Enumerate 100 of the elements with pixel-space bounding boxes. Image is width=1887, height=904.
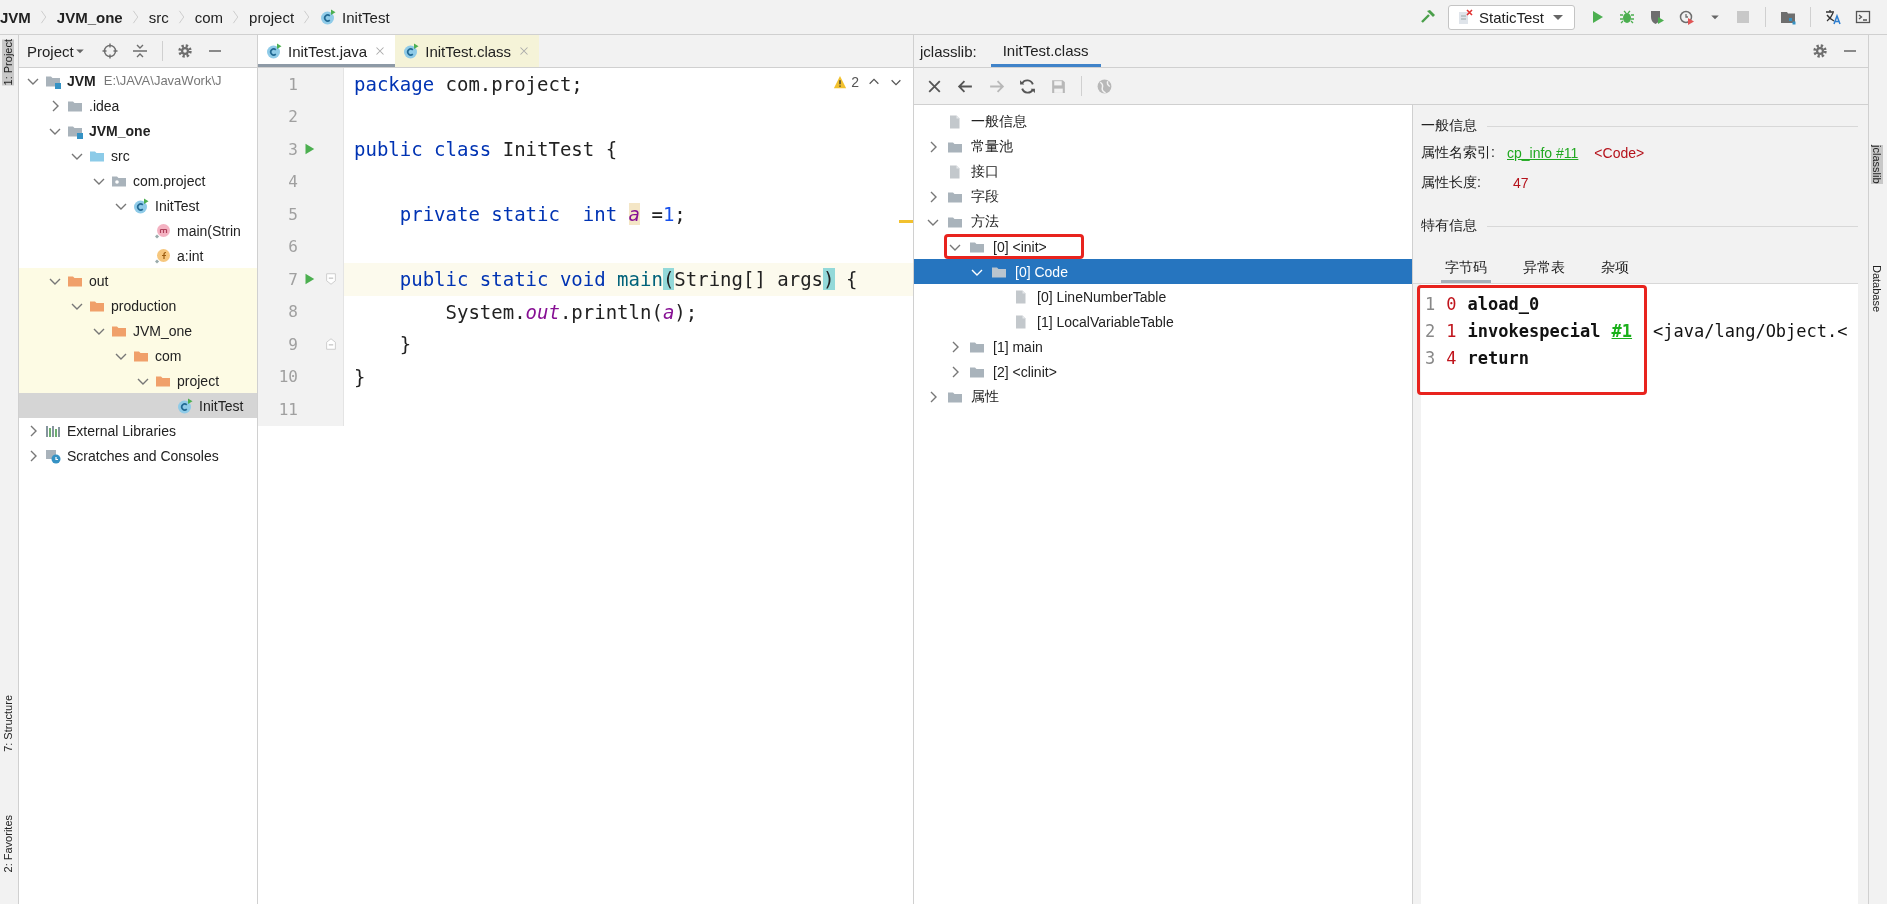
warning-count[interactable]: 2: [851, 74, 859, 90]
line-number: 5: [287, 204, 298, 224]
editor-tab[interactable]: InitTest.java: [258, 35, 396, 67]
collapse-all-icon[interactable]: [131, 43, 148, 59]
class-icon: [177, 397, 193, 414]
tree-item-label: 方法: [971, 212, 999, 231]
tree-row[interactable]: 属性: [914, 384, 1412, 409]
tree-row[interactable]: com.project: [19, 168, 257, 193]
tree-row[interactable]: .idea: [19, 93, 257, 118]
tree-item-label: JVM: [67, 72, 96, 89]
hammer-icon[interactable]: [1419, 9, 1436, 25]
run-configuration-dropdown[interactable]: StaticTest: [1447, 4, 1575, 30]
tree-row[interactable]: out: [19, 268, 257, 293]
class-icon: [403, 43, 420, 59]
field-icon: [155, 247, 171, 264]
tree-row[interactable]: 方法: [914, 209, 1412, 234]
tree-row[interactable]: [0] LineNumberTable: [914, 284, 1412, 309]
warning-icon[interactable]: [833, 75, 848, 89]
bug-icon[interactable]: [1619, 9, 1635, 25]
breadcrumb-item[interactable]: JVM: [0, 8, 31, 26]
line-number: 6: [287, 237, 298, 257]
project-view-dropdown[interactable]: Project: [27, 42, 86, 60]
tree-row[interactable]: project: [19, 368, 257, 393]
clock-icon[interactable]: [1679, 9, 1695, 25]
code-token: ;: [674, 203, 686, 226]
tree-row[interactable]: InitTest: [19, 193, 257, 218]
line-number: 1: [287, 74, 298, 94]
tool-window-title: jclasslib:: [920, 42, 977, 60]
class-icon: [266, 43, 282, 59]
tree-row[interactable]: JVM E:\JAVA\JavaWork\J: [19, 68, 257, 93]
fold-marker-icon[interactable]: [324, 272, 338, 287]
line-number: 4: [287, 172, 298, 192]
tree-item-label: com.project: [133, 172, 206, 189]
tree-row[interactable]: 字段: [914, 184, 1412, 209]
tool-window-tab[interactable]: Database: [1871, 265, 1883, 313]
tree-item-label: [0] LineNumberTable: [1037, 288, 1167, 305]
tool-window-tab[interactable]: 1: Project: [2, 39, 14, 86]
tree-row[interactable]: 接口: [914, 159, 1412, 184]
tree-row[interactable]: Scratches and Consoles: [19, 443, 257, 468]
tree-row[interactable]: 常量池: [914, 134, 1412, 159]
tree-row[interactable]: main(Strin: [19, 218, 257, 243]
tree-row[interactable]: JVM_one: [19, 318, 257, 343]
breadcrumb-item[interactable]: InitTest: [342, 8, 390, 26]
editor-tab[interactable]: InitTest.class: [395, 35, 540, 67]
tree-item-label: Scratches and Consoles: [67, 447, 219, 464]
code-token: String[] args: [674, 268, 824, 291]
terminal-icon[interactable]: [1855, 9, 1871, 25]
tree-item-label: External Libraries: [67, 422, 176, 439]
refresh-icon[interactable]: [1019, 77, 1036, 95]
tree-row[interactable]: [0] <init>: [914, 234, 1412, 259]
tree-row[interactable]: InitTest: [19, 393, 257, 418]
line-number: 9: [287, 334, 298, 354]
tree-item-label: 常量池: [971, 137, 1013, 156]
method-icon: [155, 222, 171, 239]
tree-row[interactable]: [1] LocalVariableTable: [914, 309, 1412, 334]
class-file-tab[interactable]: InitTest.class: [990, 35, 1101, 67]
module-path: E:\JAVA\JavaWork\J: [103, 73, 222, 88]
tool-window-tab[interactable]: 7: Structure: [2, 695, 14, 752]
breadcrumb-item[interactable]: com: [194, 8, 224, 26]
bytecode-instruction: invokespecial: [1467, 320, 1601, 341]
tree-row[interactable]: [1] main: [914, 334, 1412, 359]
tool-window-tab[interactable]: jclasslib: [1871, 145, 1883, 184]
breadcrumb-item[interactable]: src: [148, 8, 169, 26]
code-token: public class: [354, 138, 492, 161]
tree-item-label: InitTest: [155, 197, 200, 214]
scratch-icon: [45, 447, 61, 464]
tree-row[interactable]: External Libraries: [19, 418, 257, 443]
translate-icon[interactable]: [1825, 9, 1841, 25]
code-token: private static int: [398, 203, 619, 226]
tree-row[interactable]: [2] <clinit>: [914, 359, 1412, 384]
code-token: .println(: [559, 300, 663, 323]
class-icon: [133, 197, 149, 214]
tool-window-tab[interactable]: 2: Favorites: [2, 815, 14, 873]
bytecode-offset: 1: [1446, 320, 1457, 341]
field-label: 属性名索引:: [1421, 144, 1496, 162]
shield-icon[interactable]: [1649, 9, 1665, 25]
fold-marker-icon[interactable]: [324, 337, 338, 352]
tree-row[interactable]: com: [19, 343, 257, 368]
section-title: 特有信息: [1421, 217, 1477, 235]
bytecode-instruction: return: [1467, 347, 1529, 368]
settings-icon[interactable]: [1812, 43, 1828, 59]
code-token: public static void: [398, 268, 607, 291]
breadcrumb-item[interactable]: JVM_one: [56, 8, 123, 26]
code-token: ): [823, 268, 835, 291]
code-token: a: [662, 300, 675, 323]
tree-row[interactable]: a:int: [19, 243, 257, 268]
tree-row[interactable]: [0] Code: [914, 259, 1412, 284]
code-token: out: [525, 300, 560, 323]
detail-tab[interactable]: 杂项: [1597, 259, 1633, 283]
breadcrumb-item[interactable]: project: [249, 8, 295, 26]
tree-row[interactable]: JVM_one: [19, 118, 257, 143]
code-token: {: [844, 268, 858, 291]
detail-tab[interactable]: 异常表: [1519, 259, 1569, 283]
tree-row[interactable]: production: [19, 293, 257, 318]
locate-icon[interactable]: [101, 43, 118, 59]
tree-item-label: [0] <init>: [993, 238, 1047, 255]
settings-icon[interactable]: [176, 43, 193, 59]
folder-grid-icon[interactable]: [1780, 9, 1796, 25]
tree-row[interactable]: 一般信息: [914, 109, 1412, 134]
tree-row[interactable]: src: [19, 143, 257, 168]
